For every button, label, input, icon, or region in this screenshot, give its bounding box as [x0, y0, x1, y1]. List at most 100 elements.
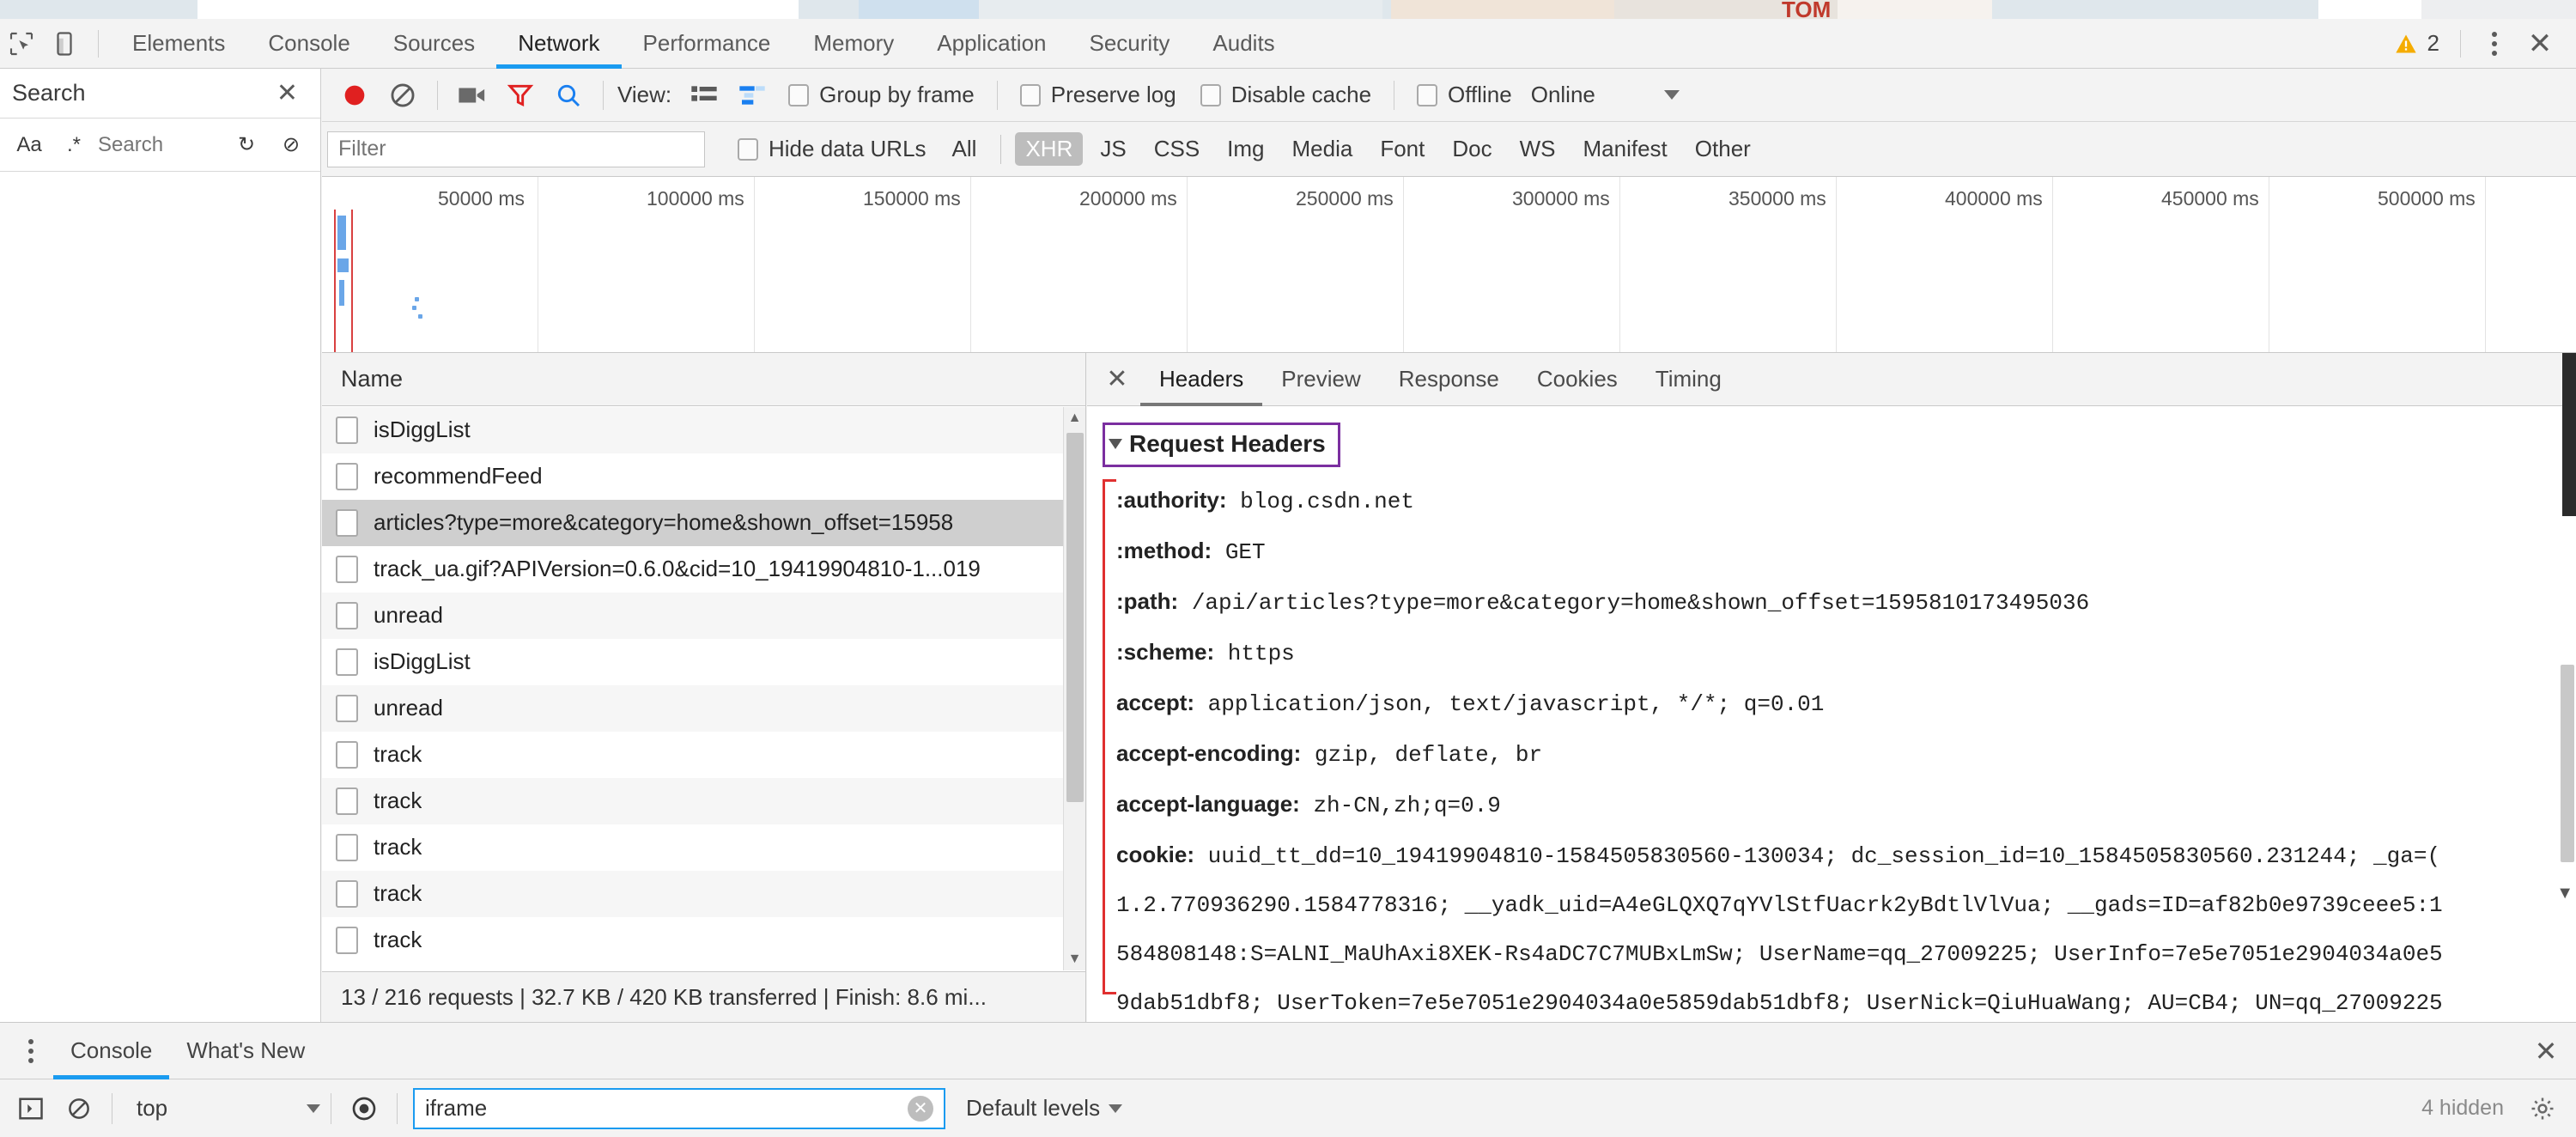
- filter-type-media[interactable]: Media: [1282, 132, 1364, 166]
- scrollbar-thumb[interactable]: [2561, 665, 2574, 862]
- tab-preview[interactable]: Preview: [1262, 353, 1379, 406]
- request-type-icon: [336, 833, 358, 861]
- header-row-cookie: cookie: uuid_tt_dd=10_19419904810-158450…: [1116, 830, 2557, 881]
- capture-screenshots-icon[interactable]: [448, 71, 496, 119]
- table-row[interactable]: isDiggList: [322, 639, 1085, 685]
- waterfall-view-icon[interactable]: [728, 71, 776, 119]
- tab-label: Audits: [1212, 30, 1275, 56]
- clear-icon[interactable]: [379, 71, 427, 119]
- drawer-tab-console[interactable]: Console: [53, 1023, 170, 1079]
- device-toolbar-icon[interactable]: [43, 22, 86, 65]
- table-row[interactable]: track: [322, 917, 1085, 964]
- network-filter-toolbar: Hide data URLs All XHR JS CSS Img Media …: [322, 122, 2576, 177]
- drawer-more-options-icon[interactable]: [9, 1029, 53, 1073]
- warning-indicator[interactable]: 2: [2393, 30, 2439, 57]
- tab-application[interactable]: Application: [915, 19, 1067, 69]
- preserve-log-checkbox[interactable]: Preserve log: [1019, 82, 1176, 108]
- filter-field[interactable]: [327, 131, 705, 167]
- live-expression-eye-icon[interactable]: [342, 1086, 386, 1131]
- tab-headers[interactable]: Headers: [1140, 353, 1263, 406]
- more-options-icon[interactable]: [2473, 22, 2516, 65]
- execution-context-select[interactable]: top: [123, 1095, 320, 1122]
- refresh-icon[interactable]: ↻: [226, 125, 267, 166]
- requests-list[interactable]: isDiggList recommendFeed articles?type=m…: [322, 407, 1085, 970]
- header-name: :path:: [1116, 588, 1179, 614]
- scrollbar-thumb[interactable]: [1066, 433, 1084, 802]
- tab-audits[interactable]: Audits: [1191, 19, 1296, 69]
- table-row[interactable]: unread: [322, 593, 1085, 639]
- tab-performance[interactable]: Performance: [622, 19, 793, 69]
- clear-console-icon[interactable]: [57, 1086, 101, 1131]
- inspect-element-icon[interactable]: [0, 22, 43, 65]
- tab-response[interactable]: Response: [1380, 353, 1518, 406]
- filter-input[interactable]: [338, 137, 694, 161]
- table-row[interactable]: unread: [322, 685, 1085, 732]
- drawer-tab-whats-new[interactable]: What's New: [169, 1023, 322, 1079]
- warning-count: 2: [2427, 30, 2439, 56]
- throttling-select[interactable]: Online: [1531, 82, 1680, 108]
- tab-console[interactable]: Console: [246, 19, 371, 69]
- tab-memory[interactable]: Memory: [792, 19, 915, 69]
- table-row[interactable]: track: [322, 871, 1085, 917]
- table-row[interactable]: isDiggList: [322, 407, 1085, 453]
- close-icon[interactable]: ✕: [266, 78, 308, 108]
- filter-type-all[interactable]: All: [942, 132, 987, 166]
- tab-security[interactable]: Security: [1068, 19, 1192, 69]
- scroll-down-arrow[interactable]: ▼: [2556, 884, 2573, 903]
- filter-funnel-icon[interactable]: [496, 71, 544, 119]
- table-row[interactable]: track: [322, 732, 1085, 778]
- search-input[interactable]: [98, 132, 222, 157]
- header-row: accept: application/json, text/javascrip…: [1116, 678, 2557, 729]
- table-row[interactable]: track: [322, 778, 1085, 824]
- filter-type-ws[interactable]: WS: [1510, 132, 1566, 166]
- filter-type-xhr[interactable]: XHR: [1015, 132, 1084, 166]
- requests-column-header[interactable]: Name: [322, 353, 1085, 406]
- list-view-icon[interactable]: [680, 71, 728, 119]
- regex-icon[interactable]: .*: [53, 125, 94, 166]
- table-row[interactable]: track: [322, 824, 1085, 871]
- match-case-icon[interactable]: Aa: [9, 125, 50, 166]
- table-row-selected[interactable]: articles?type=more&category=home&shown_o…: [322, 500, 1085, 546]
- filter-type-img[interactable]: Img: [1217, 132, 1274, 166]
- filter-type-js[interactable]: JS: [1090, 132, 1136, 166]
- console-sidebar-icon[interactable]: [9, 1086, 53, 1131]
- tab-elements[interactable]: Elements: [111, 19, 246, 69]
- group-by-frame-checkbox[interactable]: Group by frame: [788, 82, 975, 108]
- console-filter-input[interactable]: [425, 1095, 908, 1122]
- scroll-down-arrow[interactable]: ▼: [1064, 948, 1085, 970]
- hide-data-urls-checkbox[interactable]: Hide data URLs: [738, 136, 927, 162]
- network-overview-timeline[interactable]: 50000 ms 100000 ms 150000 ms 200000 ms 2…: [322, 177, 2576, 353]
- request-name: track_ua.gif?APIVersion=0.6.0&cid=10_194…: [374, 556, 981, 581]
- global-scrollbar[interactable]: [2562, 353, 2576, 516]
- record-icon[interactable]: [331, 71, 379, 119]
- bleed-block-d: [1391, 0, 1614, 19]
- chevron-down-icon: [1109, 439, 1122, 449]
- gear-icon[interactable]: [2521, 1087, 2564, 1130]
- request-headers-section-toggle[interactable]: Request Headers: [1103, 423, 1340, 467]
- close-details-icon[interactable]: ✕: [1094, 356, 1140, 403]
- tab-network[interactable]: Network: [496, 19, 622, 69]
- close-devtools-icon[interactable]: ✕: [2516, 20, 2564, 68]
- log-levels-select[interactable]: Default levels: [966, 1095, 1123, 1122]
- console-filter-field[interactable]: ✕: [413, 1087, 945, 1129]
- tab-timing[interactable]: Timing: [1637, 353, 1741, 406]
- filter-type-css[interactable]: CSS: [1144, 132, 1210, 166]
- close-drawer-icon[interactable]: ✕: [2524, 1025, 2576, 1077]
- clear-search-icon[interactable]: ⊘: [270, 125, 312, 166]
- filter-type-other[interactable]: Other: [1685, 132, 1761, 166]
- scroll-up-arrow[interactable]: ▲: [1064, 407, 1085, 429]
- requests-panel: Name isDiggList recommendFeed articles?t…: [322, 353, 1086, 1022]
- tab-cookies[interactable]: Cookies: [1518, 353, 1637, 406]
- clear-filter-icon[interactable]: ✕: [908, 1095, 933, 1122]
- requests-scrollbar[interactable]: ▲ ▼: [1063, 407, 1085, 970]
- filter-type-doc[interactable]: Doc: [1442, 132, 1502, 166]
- request-type-icon: [336, 879, 358, 908]
- tab-sources[interactable]: Sources: [372, 19, 496, 69]
- search-icon[interactable]: [544, 71, 592, 119]
- filter-type-manifest[interactable]: Manifest: [1573, 132, 1678, 166]
- offline-checkbox[interactable]: Offline: [1417, 82, 1512, 108]
- filter-type-font[interactable]: Font: [1370, 132, 1435, 166]
- disable-cache-checkbox[interactable]: Disable cache: [1200, 82, 1371, 108]
- table-row[interactable]: recommendFeed: [322, 453, 1085, 500]
- table-row[interactable]: track_ua.gif?APIVersion=0.6.0&cid=10_194…: [322, 546, 1085, 593]
